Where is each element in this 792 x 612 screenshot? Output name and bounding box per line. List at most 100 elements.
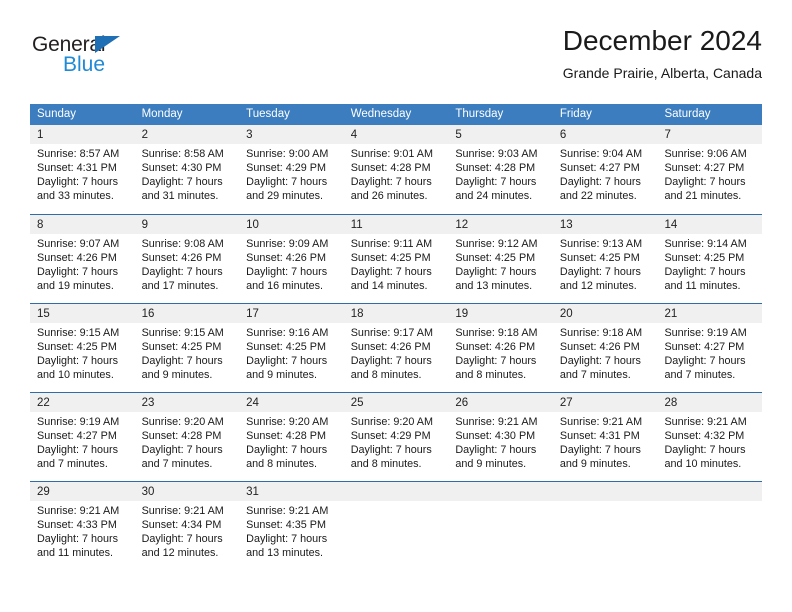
sunset-text: Sunset: 4:33 PM <box>37 519 117 532</box>
day-cell[interactable]: 21 Sunrise: 9:19 AM Sunset: 4:27 PM Dayligh… <box>657 304 763 392</box>
sunset-text: Sunset: 4:28 PM <box>141 430 222 443</box>
daylight-text: Daylight: 7 hours <box>664 444 746 457</box>
sunset-text: Sunset: 4:35 PM <box>246 519 326 532</box>
day-cell[interactable]: 15 Sunrise: 9:15 AM Sunset: 4:25 PM Dayligh… <box>30 304 135 392</box>
daylight-text: Daylight: 7 hours <box>141 266 223 279</box>
daylight-text-cont: and 14 minutes. <box>350 280 428 293</box>
sunset-text: Sunset: 4:25 PM <box>559 252 640 265</box>
daylight-text-cont: and 9 minutes. <box>246 369 317 382</box>
week-row: 8 Sunrise: 9:07 AM Sunset: 4:26 PM Daylight… <box>30 214 763 303</box>
daylight-text: Daylight: 7 hours <box>141 444 223 457</box>
day-cell[interactable]: 31 Sunrise: 9:21 AM Sunset: 4:35 PM Dayligh… <box>239 482 344 570</box>
daylight-text: Daylight: 7 hours <box>37 533 119 546</box>
day-details: Sunrise: 9:21 AM Sunset: 4:33 PM Daylight:… <box>30 501 135 560</box>
sunrise-text: Sunrise: 9:20 AM <box>246 416 329 428</box>
day-cell[interactable]: 12 Sunrise: 9:12 AM Sunset: 4:25 PM Dayligh… <box>448 215 553 303</box>
day-cell[interactable]: 22 Sunrise: 9:19 AM Sunset: 4:27 PM Dayligh… <box>30 393 135 481</box>
day-cell[interactable]: 3 Sunrise: 9:00 AM Sunset: 4:29 PM Daylight… <box>239 125 344 214</box>
day-number-band: 30 <box>134 482 240 501</box>
day-number-band: 22 <box>30 393 135 412</box>
day-number-band: 31 <box>239 482 344 501</box>
day-cell[interactable]: 14 Sunrise: 9:14 AM Sunset: 4:25 PM Dayligh… <box>657 215 763 303</box>
day-cell[interactable]: 10 Sunrise: 9:09 AM Sunset: 4:26 PM Dayligh… <box>239 215 344 303</box>
daylight-text-cont: and 13 minutes. <box>246 547 323 560</box>
day-details: Sunrise: 9:18 AM Sunset: 4:26 PM Daylight:… <box>553 323 658 382</box>
sunset-text: Sunset: 4:25 PM <box>350 252 431 265</box>
day-number: 15 <box>37 308 50 320</box>
sunset-text: Sunset: 4:28 PM <box>350 162 431 175</box>
daylight-text-cont: and 29 minutes. <box>246 190 323 203</box>
day-cell[interactable]: 7 Sunrise: 9:06 AM Sunset: 4:27 PM Daylight… <box>657 125 763 214</box>
daylight-text-cont: and 11 minutes. <box>37 547 114 560</box>
day-cell[interactable]: 30 Sunrise: 9:21 AM Sunset: 4:34 PM Dayligh… <box>134 482 240 570</box>
daylight-text: Daylight: 7 hours <box>559 444 641 457</box>
day-details: Sunrise: 9:14 AM Sunset: 4:25 PM Daylight:… <box>657 234 762 293</box>
day-details: Sunrise: 9:17 AM Sunset: 4:26 PM Daylight:… <box>344 323 449 382</box>
day-number: 5 <box>455 129 462 141</box>
calendar-page: General Blue December 2024 Grande Prairi… <box>0 0 792 612</box>
sunrise-text: Sunrise: 9:04 AM <box>559 148 643 160</box>
day-cell[interactable]: 17 Sunrise: 9:16 AM Sunset: 4:25 PM Dayligh… <box>239 304 344 392</box>
daylight-text: Daylight: 7 hours <box>559 355 641 368</box>
brand-logo[interactable]: General Blue <box>32 34 212 86</box>
day-number: 11 <box>350 219 363 231</box>
day-cell[interactable]: 2 Sunrise: 8:58 AM Sunset: 4:30 PM Daylight… <box>134 125 240 214</box>
sunrise-text: Sunrise: 9:03 AM <box>455 148 538 160</box>
day-cell[interactable]: 6 Sunrise: 9:04 AM Sunset: 4:27 PM Daylight… <box>552 125 658 214</box>
week-row: 15 Sunrise: 9:15 AM Sunset: 4:25 PM Dayligh… <box>30 303 763 392</box>
weekday-header-monday: Monday <box>141 108 183 120</box>
day-number-band: 5 <box>448 125 553 144</box>
day-cell[interactable]: 28 Sunrise: 9:21 AM Sunset: 4:32 PM Dayligh… <box>657 393 763 481</box>
day-details: Sunrise: 9:11 AM Sunset: 4:25 PM Daylight:… <box>344 234 449 293</box>
day-details: Sunrise: 9:06 AM Sunset: 4:27 PM Daylight:… <box>657 144 762 203</box>
daylight-text-cont: and 8 minutes. <box>246 458 317 471</box>
day-cell[interactable]: 8 Sunrise: 9:07 AM Sunset: 4:26 PM Daylight… <box>30 215 135 303</box>
day-cell[interactable]: 16 Sunrise: 9:15 AM Sunset: 4:25 PM Dayligh… <box>134 304 240 392</box>
daylight-text: Daylight: 7 hours <box>455 355 537 368</box>
day-details: Sunrise: 9:19 AM Sunset: 4:27 PM Daylight:… <box>657 323 762 382</box>
day-cell[interactable]: 24 Sunrise: 9:20 AM Sunset: 4:28 PM Dayligh… <box>239 393 344 481</box>
day-cell[interactable]: 25 Sunrise: 9:20 AM Sunset: 4:29 PM Dayligh… <box>343 393 449 481</box>
daylight-text: Daylight: 7 hours <box>246 176 328 189</box>
day-number-band: 25 <box>343 393 449 412</box>
daylight-text: Daylight: 7 hours <box>664 266 746 279</box>
day-number-band: 8 <box>30 215 135 234</box>
day-details: Sunrise: 9:21 AM Sunset: 4:31 PM Daylight:… <box>553 412 658 471</box>
day-details <box>448 501 553 504</box>
sunrise-text: Sunrise: 9:06 AM <box>664 148 747 160</box>
daylight-text-cont: and 8 minutes. <box>350 458 422 471</box>
day-cell[interactable]: 9 Sunrise: 9:08 AM Sunset: 4:26 PM Daylight… <box>134 215 240 303</box>
day-cell[interactable]: 29 Sunrise: 9:21 AM Sunset: 4:33 PM Dayligh… <box>30 482 135 570</box>
day-cell[interactable]: 5 Sunrise: 9:03 AM Sunset: 4:28 PM Daylight… <box>448 125 553 214</box>
day-number-band: 9 <box>134 215 240 234</box>
day-cell[interactable]: 1 Sunrise: 8:57 AM Sunset: 4:31 PM Daylight… <box>30 125 135 214</box>
day-cell[interactable]: 23 Sunrise: 9:20 AM Sunset: 4:28 PM Dayligh… <box>134 393 240 481</box>
day-cell[interactable]: 19 Sunrise: 9:18 AM Sunset: 4:26 PM Dayligh… <box>448 304 553 392</box>
day-number-band: 20 <box>552 304 658 323</box>
daylight-text: Daylight: 7 hours <box>664 355 746 368</box>
daylight-text-cont: and 26 minutes. <box>350 190 428 203</box>
day-cell[interactable]: 20 Sunrise: 9:18 AM Sunset: 4:26 PM Dayligh… <box>552 304 658 392</box>
triangle-icon <box>95 36 120 53</box>
sunrise-text: Sunrise: 9:09 AM <box>246 238 329 250</box>
day-number-band: 15 <box>30 304 135 323</box>
sunrise-text: Sunrise: 9:16 AM <box>246 327 329 339</box>
day-details: Sunrise: 9:21 AM Sunset: 4:30 PM Daylight:… <box>448 412 553 471</box>
day-cell[interactable]: 26 Sunrise: 9:21 AM Sunset: 4:30 PM Dayligh… <box>448 393 553 481</box>
day-number: 17 <box>246 308 259 320</box>
day-cell[interactable]: 4 Sunrise: 9:01 AM Sunset: 4:28 PM Daylight… <box>343 125 449 214</box>
day-cell[interactable]: 13 Sunrise: 9:13 AM Sunset: 4:25 PM Dayligh… <box>552 215 658 303</box>
day-number: 4 <box>350 129 358 141</box>
day-number-band: 6 <box>552 125 658 144</box>
sunrise-text: Sunrise: 9:11 AM <box>350 238 433 250</box>
daylight-text-cont: and 7 minutes. <box>37 458 108 471</box>
day-number: 29 <box>37 486 50 498</box>
day-number: 20 <box>559 308 573 320</box>
day-cell[interactable]: 27 Sunrise: 9:21 AM Sunset: 4:31 PM Dayligh… <box>552 393 658 481</box>
day-number-band: 16 <box>134 304 240 323</box>
day-cell[interactable]: 18 Sunrise: 9:17 AM Sunset: 4:26 PM Dayligh… <box>343 304 449 392</box>
sunset-text: Sunset: 4:25 PM <box>664 252 745 265</box>
day-cell[interactable]: 11 Sunrise: 9:11 AM Sunset: 4:25 PM Dayligh… <box>343 215 449 303</box>
day-number: 6 <box>559 129 567 141</box>
day-number-band <box>343 482 449 501</box>
